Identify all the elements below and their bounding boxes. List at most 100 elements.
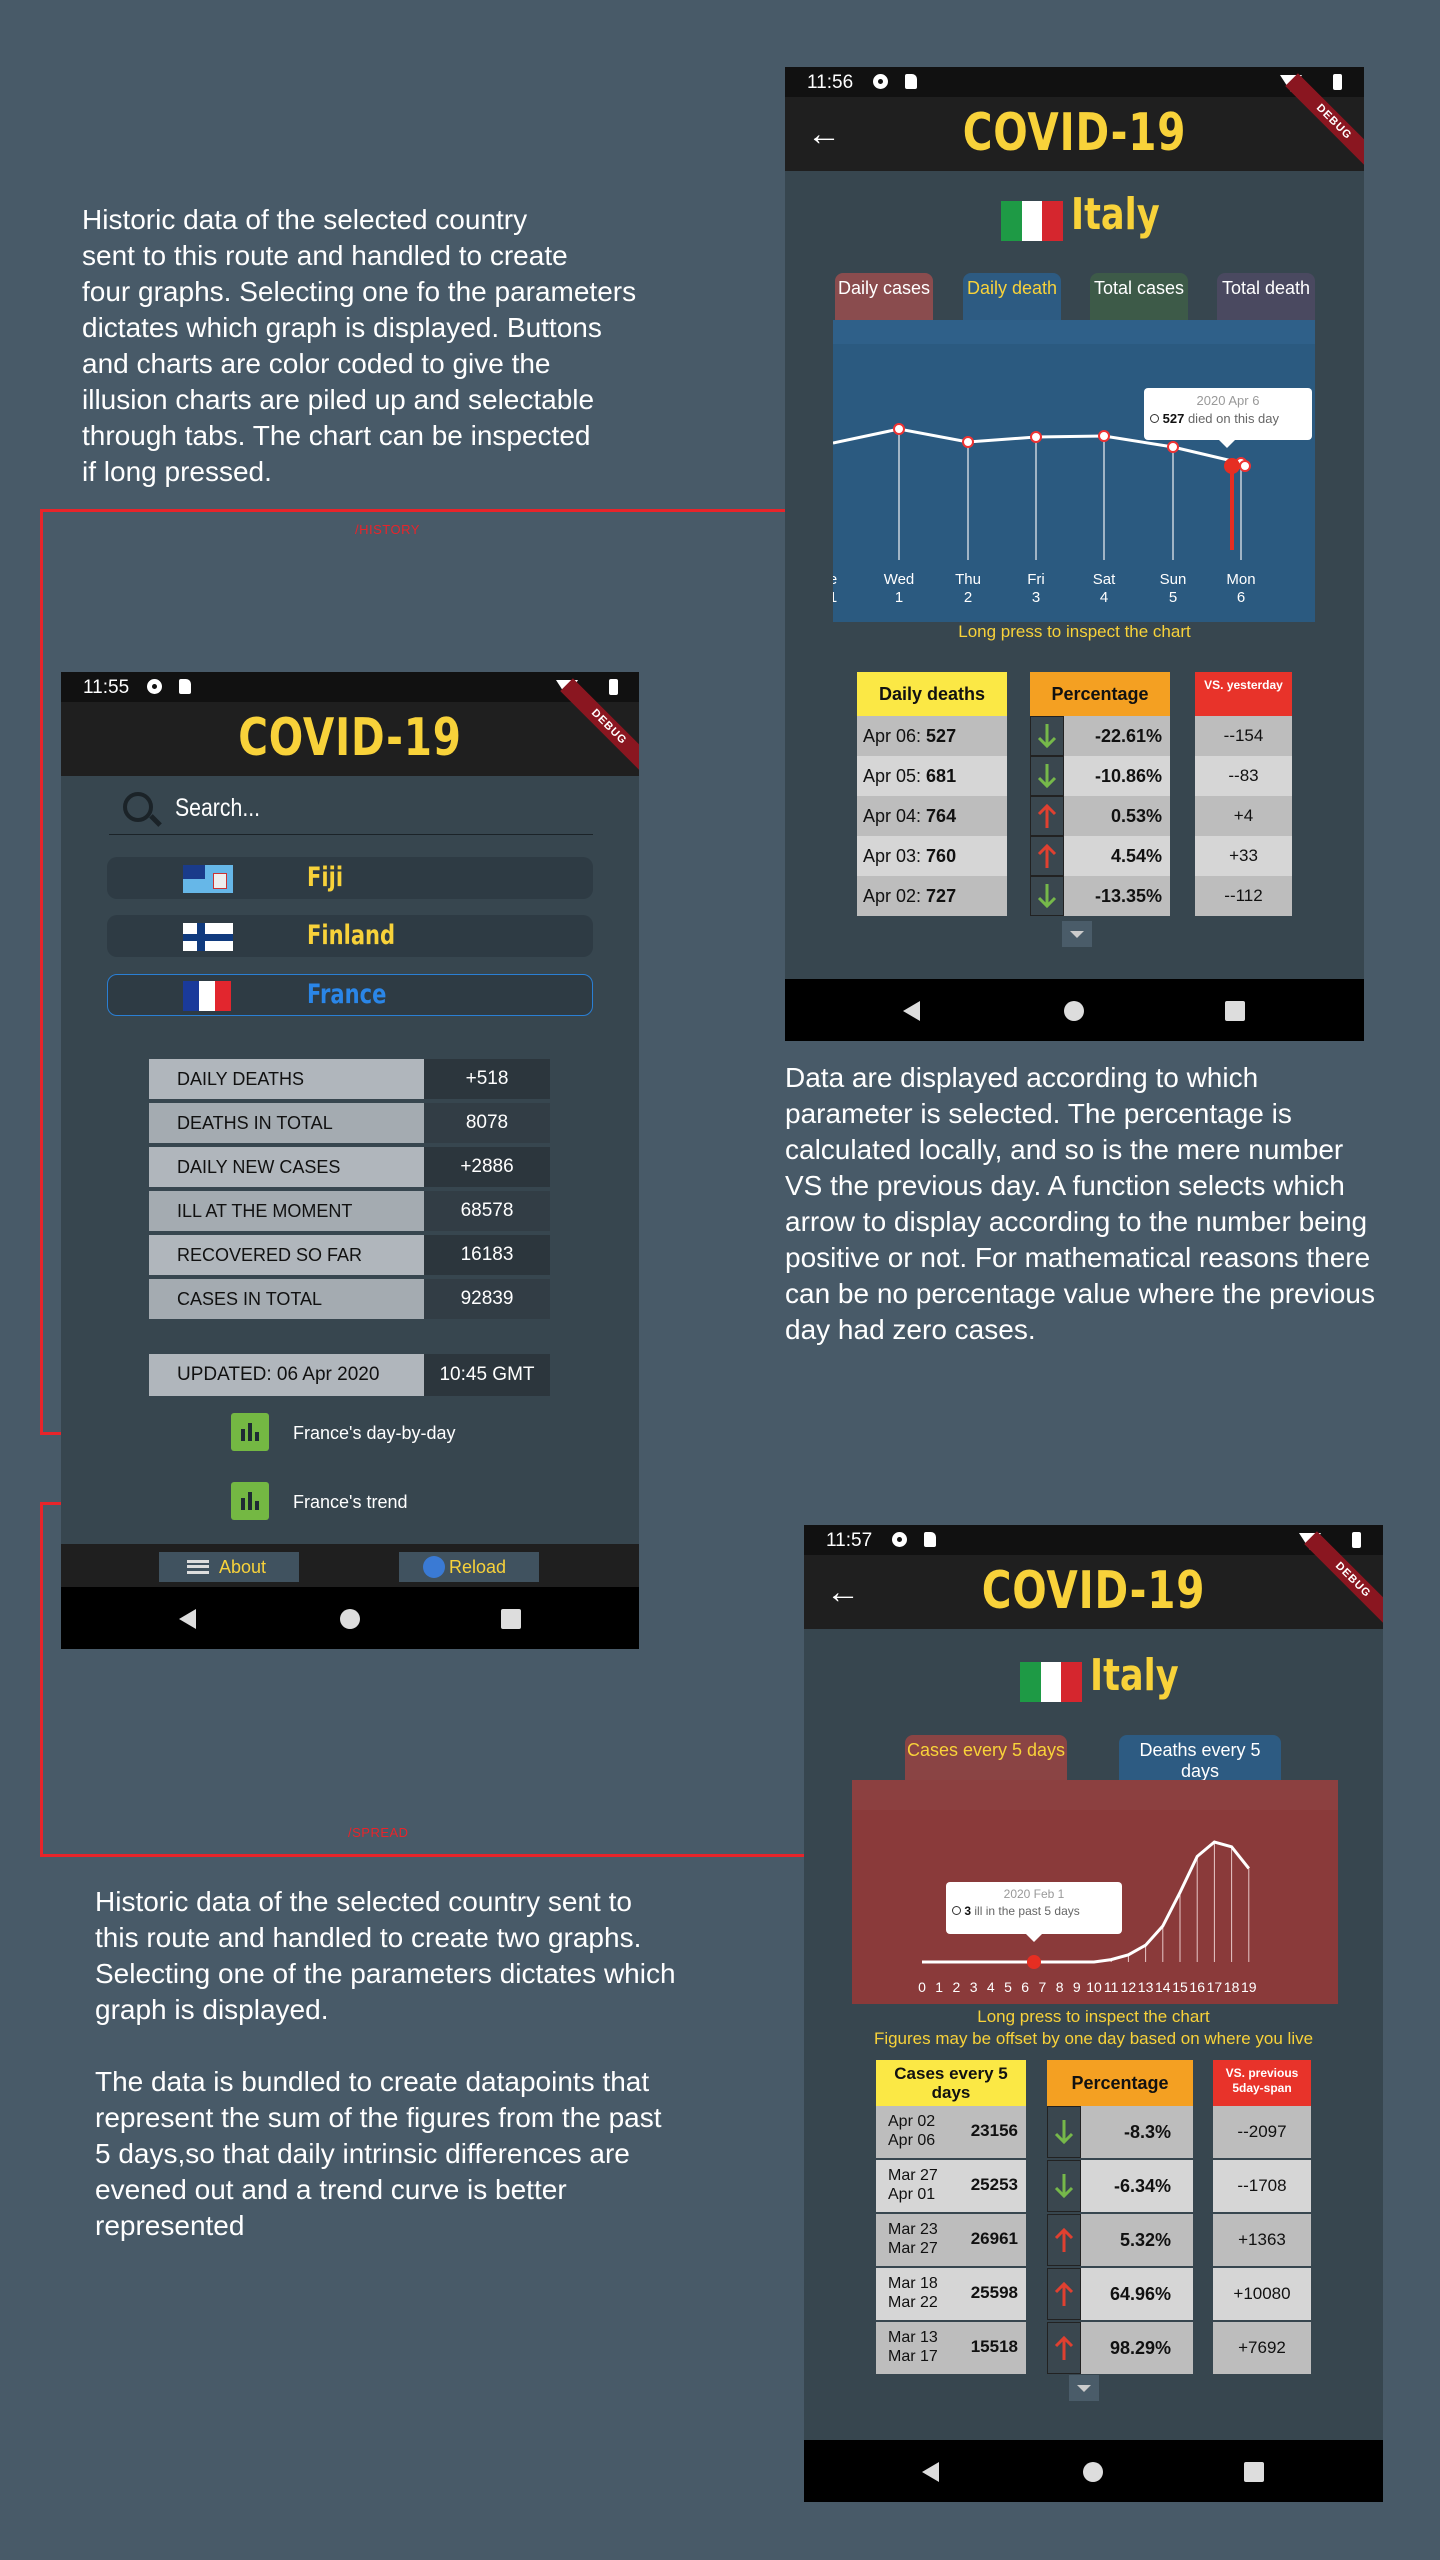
- scroll-down-button[interactable]: [1062, 921, 1092, 947]
- desc-line: represented: [95, 2210, 245, 2241]
- x-tick-label: Fri: [1027, 571, 1045, 588]
- app-title: COVID-19: [981, 1561, 1206, 1621]
- tooltip-value: 527: [1162, 411, 1185, 426]
- percentage-value: 5.32%: [1119, 2230, 1171, 2250]
- chart-point: [1098, 430, 1110, 442]
- arrow-up-icon: [1030, 836, 1064, 876]
- updated-label: UPDATED: 06 Apr 2020: [149, 1354, 424, 1396]
- list-item-finland[interactable]: Finland: [107, 915, 593, 957]
- row-percentage: 64.96%: [1047, 2268, 1193, 2320]
- arrow-down-icon: [1047, 2106, 1081, 2158]
- x-tick-label: Mon: [1226, 571, 1255, 588]
- reload-button[interactable]: Reload: [399, 1552, 539, 1582]
- spread-chart-panel[interactable]: 0 1 2 3 4 5 6 7 8 9 10 11 12 13 14 15 16 17 18 19 2020 Feb …: [852, 1780, 1338, 2004]
- nav-back-icon[interactable]: [179, 1609, 196, 1629]
- day-by-day-label: France's day-by-day: [293, 1423, 456, 1443]
- desc-line: if long pressed.: [82, 456, 272, 487]
- desc-line: represent the sum of the figures from th…: [95, 2102, 662, 2133]
- tab-total-death[interactable]: Total death: [1217, 273, 1315, 325]
- x-tick-label: 15: [1172, 1979, 1188, 1995]
- row-date-end: Apr 06: [888, 2132, 936, 2149]
- day-by-day-button[interactable]: France's day-by-day: [231, 1413, 491, 1451]
- about-button[interactable]: About: [159, 1552, 299, 1582]
- battery-icon: [1333, 74, 1342, 90]
- x-tick-label: 4: [987, 1979, 995, 1995]
- desc-line: calculated locally, and so is the mere n…: [785, 1134, 1344, 1165]
- history-chart-panel[interactable]: e1Wed1Thu2Fri3Sat4Sun5Mon6 2020 Apr 6 52…: [833, 320, 1315, 622]
- row-vs-value: +4: [1195, 796, 1292, 836]
- chart-point: [1030, 431, 1042, 443]
- stat-label: RECOVERED SO FAR: [149, 1235, 424, 1275]
- spread-connector-bottom: [40, 1854, 820, 1857]
- menu-icon: [187, 1560, 209, 1574]
- x-tick-label: Sun: [1160, 571, 1187, 588]
- stat-value: 92839: [424, 1279, 550, 1319]
- row-percentage: -22.61%: [1030, 716, 1170, 756]
- row-date-end: Mar 17: [888, 2348, 938, 2365]
- list-item-fiji[interactable]: Fiji: [107, 857, 593, 899]
- desc-line: and charts are color coded to give the: [82, 348, 551, 379]
- spread-route-label: /SPREAD: [348, 1825, 409, 1840]
- nav-bar: [804, 2440, 1383, 2502]
- row-vs-value: +1363: [1213, 2214, 1311, 2266]
- history-line-chart[interactable]: e1Wed1Thu2Fri3Sat4Sun5Mon6: [833, 320, 1315, 620]
- status-time: 11:56: [807, 72, 854, 93]
- tab-daily-death[interactable]: Daily death: [963, 273, 1061, 325]
- search-bar[interactable]: Search...: [109, 784, 593, 835]
- app-title: COVID-19: [238, 708, 462, 768]
- back-arrow-icon[interactable]: ←: [826, 1573, 860, 1612]
- settings-icon: [873, 74, 888, 89]
- spread-screen: 11:57 ← COVID-19 DEBUG Italy Cases every…: [804, 1525, 1383, 2502]
- back-arrow-icon[interactable]: ←: [807, 115, 841, 154]
- nav-home-icon[interactable]: [1064, 1001, 1084, 1021]
- row-date-value: Mar 18 Mar 22 25598: [876, 2268, 1026, 2320]
- bar-chart-icon: [231, 1413, 269, 1451]
- row-value: 760: [926, 846, 957, 866]
- nav-recents-icon[interactable]: [1244, 2462, 1264, 2482]
- tooltip-text: died on this day: [1187, 411, 1280, 426]
- desc-line: parameter is selected. The percentage is: [785, 1098, 1292, 1129]
- x-tick-label: 1: [895, 589, 903, 606]
- nav-back-icon[interactable]: [922, 2462, 939, 2482]
- x-tick-label: 11: [1104, 1979, 1119, 1995]
- row-date: Apr 02:: [863, 886, 927, 906]
- nav-home-icon[interactable]: [340, 1609, 360, 1629]
- arrow-down-icon: [1030, 756, 1064, 796]
- row-value: 15518: [970, 2337, 1018, 2356]
- spread-connector-vertical: [40, 1502, 43, 1857]
- tab-total-cases[interactable]: Total cases: [1090, 273, 1188, 325]
- table-header-percentage: Percentage: [1030, 672, 1170, 716]
- trend-button[interactable]: France's trend: [231, 1482, 491, 1520]
- desc-line: sent to this route and handled to create: [82, 240, 568, 271]
- search-screen: 11:55 COVID-19 DEBUG Search... Fiji Finl…: [61, 672, 639, 1649]
- status-bar: 11:56: [785, 67, 1364, 97]
- row-date-value: Apr 02: 727: [857, 876, 1007, 916]
- row-percentage: -10.86%: [1030, 756, 1170, 796]
- search-input[interactable]: Search...: [175, 794, 260, 823]
- x-tick-label: 1: [935, 1979, 943, 1995]
- tab-daily-cases[interactable]: Daily cases: [835, 273, 933, 325]
- stat-label: DAILY NEW CASES: [149, 1147, 424, 1187]
- arrow-up-icon: [1047, 2322, 1081, 2374]
- sd-card-icon: [924, 1532, 936, 1547]
- row-date-value: Apr 05: 681: [857, 756, 1007, 796]
- tooltip-dot-icon: [1150, 414, 1159, 423]
- x-tick-label: 3: [970, 1979, 978, 1995]
- stat-label: ILL AT THE MOMENT: [149, 1191, 424, 1231]
- row-percentage: 98.29%: [1047, 2322, 1193, 2374]
- country-name: Italy: [1071, 189, 1160, 240]
- desc-line: can be no percentage value where the pre…: [785, 1278, 1375, 1309]
- france-flag-icon: [183, 981, 231, 1011]
- list-item-france[interactable]: France: [107, 974, 593, 1016]
- x-tick-label: 12: [1121, 1979, 1137, 1995]
- nav-recents-icon[interactable]: [1225, 1001, 1245, 1021]
- scroll-down-button[interactable]: [1069, 2375, 1099, 2401]
- flag-cross-v: [197, 923, 205, 951]
- nav-back-icon[interactable]: [903, 1001, 920, 1021]
- nav-home-icon[interactable]: [1083, 2462, 1103, 2482]
- nav-recents-icon[interactable]: [501, 1609, 521, 1629]
- arrow-down-icon: [1047, 2160, 1081, 2212]
- row-value: 26961: [970, 2229, 1018, 2248]
- desc-line: positive or not. For mathematical reason…: [785, 1242, 1371, 1273]
- history-connector-vertical: [40, 509, 43, 1435]
